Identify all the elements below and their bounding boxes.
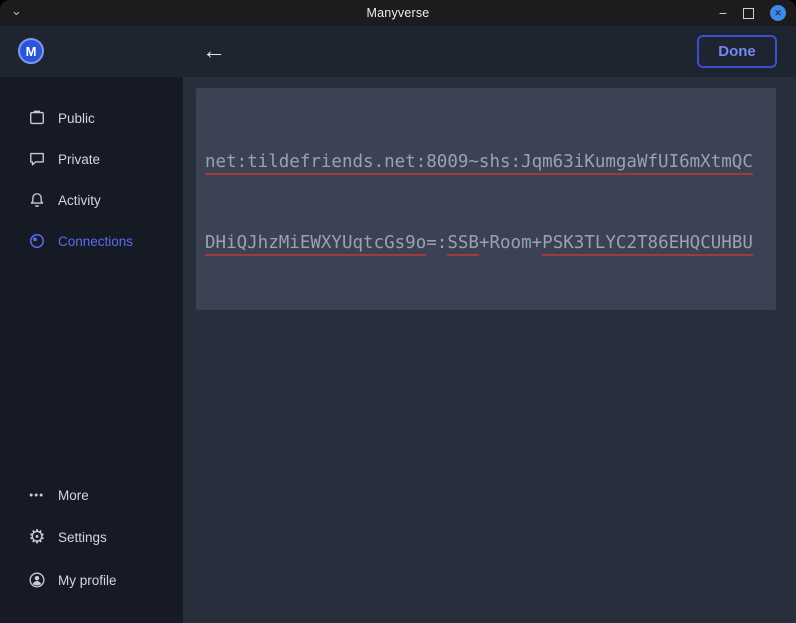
chevron-down-icon[interactable]: ⌄ xyxy=(11,4,22,17)
invite-text-segment: PSK3TLYC2T86EHQCUHBU xyxy=(542,233,753,256)
main-content: net:tildefriends.net:8009~shs:Jqm63iKumg… xyxy=(183,77,796,623)
invite-text-line: net:tildefriends.net:8009~shs:Jqm63iKumg… xyxy=(205,149,767,176)
bell-icon xyxy=(27,190,47,210)
sidebar-item-activity[interactable]: Activity xyxy=(0,180,183,220)
sidebar-item-label: Private xyxy=(58,152,100,167)
invite-code-input[interactable]: net:tildefriends.net:8009~shs:Jqm63iKumg… xyxy=(196,88,776,310)
invite-text-segment: =: xyxy=(426,233,447,253)
sidebar-item-label: Activity xyxy=(58,193,101,208)
sidebar-item-label: More xyxy=(58,488,89,503)
gear-icon: ⚙ xyxy=(27,527,47,547)
invite-text-segment: DHiQJhzMiEWXYUqtcGs9o xyxy=(205,233,426,256)
swarm-icon xyxy=(27,231,47,251)
sidebar-item-label: My profile xyxy=(58,573,117,588)
invite-text-segment: +Room+ xyxy=(479,233,542,253)
close-button[interactable]: ✕ xyxy=(770,5,786,21)
dots-horizontal-icon xyxy=(27,485,47,505)
done-button[interactable]: Done xyxy=(697,35,777,68)
sidebar-item-private[interactable]: Private xyxy=(0,139,183,179)
sidebar-item-label: Settings xyxy=(58,530,107,545)
manyverse-logo: M xyxy=(18,38,44,64)
minimize-button[interactable]: − xyxy=(719,6,727,20)
restore-icon xyxy=(743,8,754,19)
bulletin-board-icon xyxy=(27,108,47,128)
app-window: ⌄ Manyverse − ✕ M ← Done Public xyxy=(0,0,796,623)
sidebar-item-more[interactable]: More xyxy=(0,475,183,515)
message-bubble-icon xyxy=(27,149,47,169)
app-header: M ← Done xyxy=(0,26,796,77)
back-arrow-icon[interactable]: ← xyxy=(202,39,226,63)
sidebar-item-connections[interactable]: Connections xyxy=(0,221,183,261)
sidebar-item-settings[interactable]: ⚙ Settings xyxy=(0,517,183,557)
window-controls: − ✕ xyxy=(719,0,786,26)
logo-letter: M xyxy=(26,44,37,59)
window-title: Manyverse xyxy=(367,6,430,20)
sidebar-item-public[interactable]: Public xyxy=(0,98,183,138)
restore-button[interactable] xyxy=(743,8,754,19)
sidebar-item-my-profile[interactable]: My profile xyxy=(0,560,183,600)
invite-text-segment: net:tildefriends.net:8009~shs:Jqm63iKumg… xyxy=(205,152,753,175)
invite-text-line: DHiQJhzMiEWXYUqtcGs9o=:SSB+Room+PSK3TLYC… xyxy=(205,230,767,257)
titlebar: ⌄ Manyverse − ✕ xyxy=(0,0,796,26)
sidebar-item-label: Connections xyxy=(58,234,133,249)
invite-text-segment: SSB xyxy=(447,233,479,256)
sidebar-item-label: Public xyxy=(58,111,95,126)
sidebar: Public Private Activity xyxy=(0,77,183,623)
account-circle-icon xyxy=(27,570,47,590)
